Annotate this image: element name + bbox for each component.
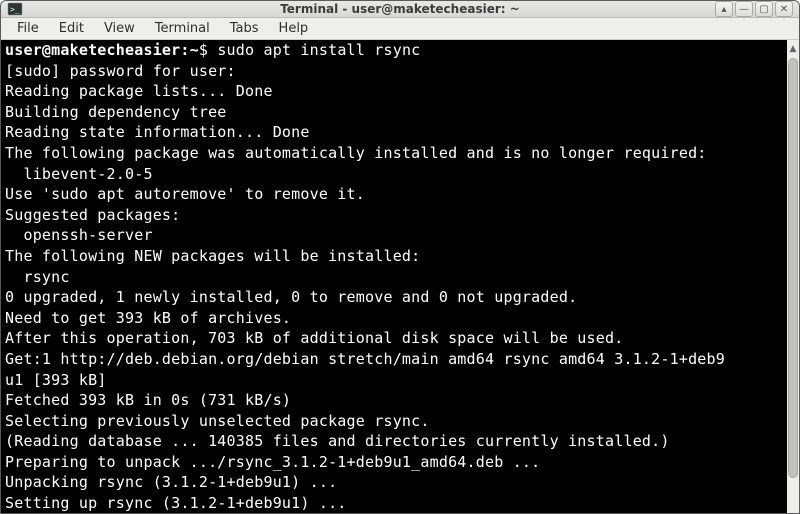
close-icon: ✕	[780, 4, 788, 15]
menu-help[interactable]: Help	[269, 18, 319, 39]
output-line: Need to get 393 kB of archives.	[5, 308, 783, 329]
menubar: File Edit View Terminal Tabs Help	[1, 18, 799, 40]
maximize-icon: ▢	[759, 4, 768, 15]
scrollbar[interactable]: ▲ ▼	[787, 40, 799, 514]
output-line: Fetched 393 kB in 0s (731 kB/s)	[5, 390, 783, 411]
terminal-window: >_ Terminal - user@maketecheasier: ~ ▴ —…	[0, 0, 800, 514]
output-line: Unpacking rsync (3.1.2-1+deb9u1) ...	[5, 472, 783, 493]
menu-tabs[interactable]: Tabs	[220, 18, 269, 39]
output-line: Reading state information... Done	[5, 122, 783, 143]
prompt-path: ~	[190, 41, 199, 59]
output-line: The following NEW packages will be insta…	[5, 246, 783, 267]
output-line: libevent-2.0-5	[5, 164, 783, 185]
output-line: Preparing to unpack .../rsync_3.1.2-1+de…	[5, 452, 783, 473]
scroll-up-icon[interactable]: ▲	[787, 42, 799, 56]
output-line: Reading package lists... Done	[5, 81, 783, 102]
menu-file[interactable]: File	[7, 18, 49, 39]
output-line: u1 [393 kB]	[5, 370, 783, 391]
menu-edit[interactable]: Edit	[49, 18, 94, 39]
output-line: Selecting previously unselected package …	[5, 411, 783, 432]
svg-text:>_: >_	[10, 5, 20, 14]
output-line: rsync	[5, 267, 783, 288]
prompt-sep: :	[180, 41, 189, 59]
terminal-area: user@maketecheasier:~$ sudo apt install …	[1, 40, 799, 514]
prompt-symbol: $	[199, 41, 217, 59]
output-line: [sudo] password for user:	[5, 61, 783, 82]
output-line: Get:1 http://deb.debian.org/debian stret…	[5, 349, 783, 370]
maximize-button[interactable]: ▢	[755, 1, 773, 17]
minimize-button[interactable]: —	[735, 1, 753, 17]
output-line: After this operation, 703 kB of addition…	[5, 328, 783, 349]
menu-view[interactable]: View	[94, 18, 145, 39]
output-line: The following package was automatically …	[5, 143, 783, 164]
shade-icon: ▴	[721, 4, 726, 15]
output-line: Suggested packages:	[5, 205, 783, 226]
close-button[interactable]: ✕	[775, 1, 793, 17]
shade-button[interactable]: ▴	[715, 1, 733, 17]
output-line: Use 'sudo apt autoremove' to remove it.	[5, 184, 783, 205]
command-text: sudo apt install rsync	[217, 41, 420, 59]
minimize-icon: —	[739, 4, 749, 15]
output-line: (Reading database ... 140385 files and d…	[5, 431, 783, 452]
output-line: Building dependency tree	[5, 102, 783, 123]
terminal-icon: >_	[7, 1, 23, 17]
output-line: openssh-server	[5, 225, 783, 246]
output-line: 0 upgraded, 1 newly installed, 0 to remo…	[5, 287, 783, 308]
scroll-thumb[interactable]	[788, 58, 798, 478]
terminal-output[interactable]: user@maketecheasier:~$ sudo apt install …	[1, 40, 787, 514]
titlebar[interactable]: >_ Terminal - user@maketecheasier: ~ ▴ —…	[1, 1, 799, 18]
output-line: Setting up rsync (3.1.2-1+deb9u1) ...	[5, 493, 783, 514]
prompt-user: user@maketecheasier	[5, 41, 180, 59]
menu-terminal[interactable]: Terminal	[145, 18, 220, 39]
prompt-line: user@maketecheasier:~$ sudo apt install …	[5, 40, 783, 61]
window-title: Terminal - user@maketecheasier: ~	[1, 2, 799, 16]
window-controls: ▴ — ▢ ✕	[715, 1, 793, 17]
